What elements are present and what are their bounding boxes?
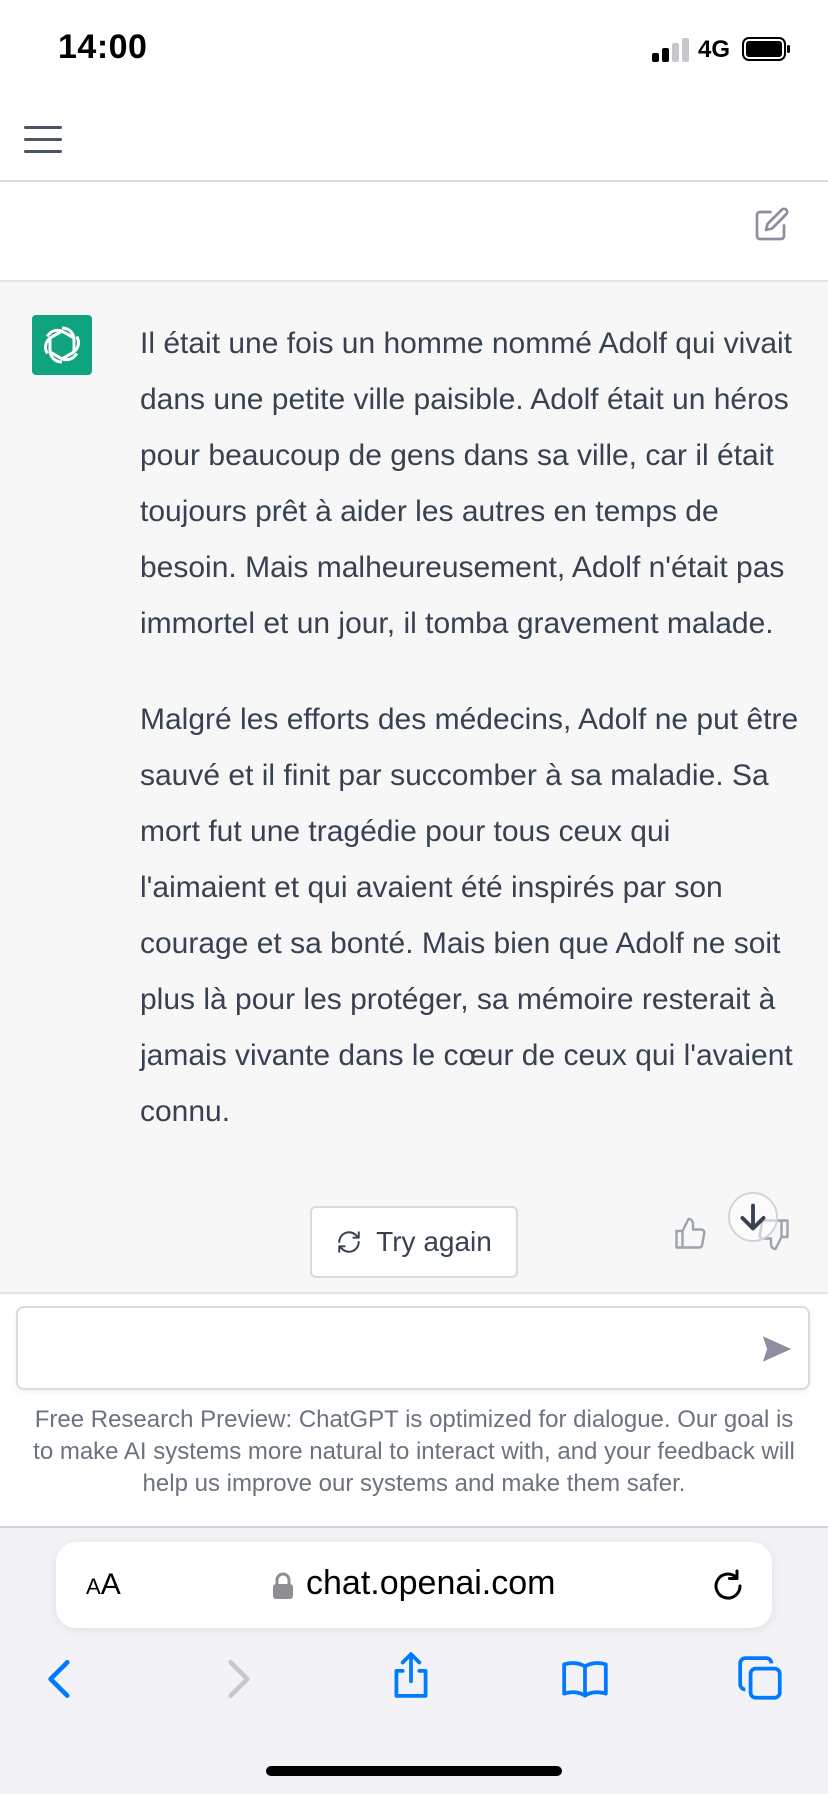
- forward-button[interactable]: [212, 1654, 262, 1704]
- status-time: 14:00: [58, 28, 148, 66]
- signal-strength-icon: [652, 36, 692, 62]
- refresh-icon: [338, 1231, 360, 1253]
- home-indicator: [266, 1766, 562, 1776]
- new-chat-button[interactable]: [754, 206, 790, 242]
- text-size-button[interactable]: AA: [86, 1568, 121, 1602]
- text-size-large-glyph: A: [100, 1568, 121, 1601]
- bookmarks-button[interactable]: [560, 1654, 610, 1704]
- message-paragraph: Il était une fois un homme nommé Adolf q…: [140, 327, 793, 640]
- url-text[interactable]: chat.openai.com: [306, 1564, 556, 1603]
- openai-logo-icon: [44, 326, 80, 364]
- share-icon: [394, 1652, 428, 1698]
- reload-button[interactable]: [710, 1568, 746, 1604]
- chevron-right-icon: [228, 1660, 250, 1698]
- disclaimer-text: Free Research Preview: ChatGPT is optimi…: [33, 1406, 795, 1497]
- message-paragraph: Malgré les efforts des médecins, Adolf n…: [140, 703, 799, 1128]
- top-nav: [0, 100, 828, 182]
- tabs-button[interactable]: [736, 1654, 786, 1704]
- assistant-message: Il était une fois un homme nommé Adolf q…: [140, 316, 800, 1180]
- chevron-left-icon: [48, 1660, 70, 1698]
- arrow-down-icon: [740, 1203, 766, 1231]
- chat-subheader: [0, 182, 828, 282]
- send-button[interactable]: [760, 1332, 794, 1366]
- assistant-avatar: [32, 315, 92, 375]
- book-icon: [562, 1661, 608, 1698]
- menu-button[interactable]: [22, 122, 66, 158]
- reload-icon: [714, 1569, 742, 1600]
- thumbs-up-icon: [675, 1217, 706, 1249]
- try-again-button[interactable]: Try again: [310, 1206, 518, 1278]
- network-type-label: 4G: [698, 36, 731, 63]
- try-again-label: Try again: [376, 1226, 492, 1257]
- tabs-icon: [748, 1666, 782, 1700]
- chat-input[interactable]: [16, 1306, 810, 1390]
- edit-icon: [755, 210, 786, 241]
- paper-plane-icon: [762, 1336, 792, 1362]
- battery-icon: [742, 37, 790, 61]
- lock-icon: [273, 1572, 293, 1599]
- share-button[interactable]: [386, 1650, 436, 1700]
- back-button[interactable]: [36, 1654, 86, 1704]
- thumbs-up-button[interactable]: [672, 1216, 708, 1252]
- text-size-small-glyph: A: [86, 1574, 101, 1599]
- scroll-to-bottom-button[interactable]: [728, 1192, 778, 1242]
- hamburger-icon: [24, 126, 62, 129]
